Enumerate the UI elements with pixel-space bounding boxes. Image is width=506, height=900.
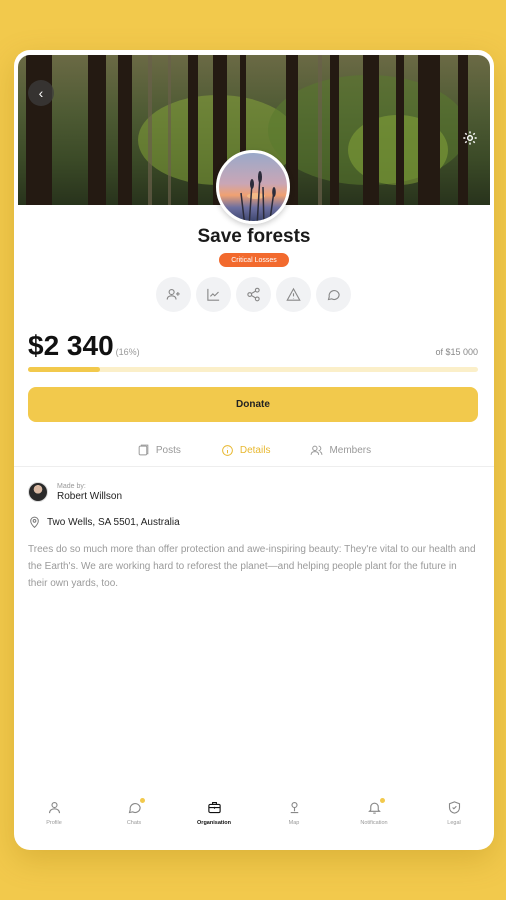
nav-organisation[interactable]: Organisation	[184, 800, 244, 840]
report-button[interactable]	[276, 277, 311, 312]
chevron-left-icon: ‹	[38, 85, 44, 101]
warning-icon	[286, 287, 301, 301]
campaign-card: ‹ Save forests Critical Losses $2 340 (1…	[14, 50, 494, 850]
raised-amount: $2 340 (16%)	[28, 330, 140, 362]
status-badge: Critical Losses	[219, 253, 289, 267]
comment-icon	[327, 289, 340, 301]
campaign-avatar	[216, 150, 290, 224]
campaign-title: Save forests	[197, 226, 311, 247]
shield-icon	[448, 801, 460, 814]
nav-profile[interactable]: Profile	[24, 800, 84, 840]
nav-organisation-label: Organisation	[197, 820, 231, 826]
nav-legal-label: Legal	[447, 820, 461, 826]
posts-icon	[138, 444, 149, 455]
nav-chats-label: Chats	[126, 820, 142, 826]
chat-icon	[128, 802, 141, 814]
progress-fill	[28, 367, 100, 372]
nav-legal[interactable]: Legal	[424, 800, 484, 840]
donate-button[interactable]: Donate	[28, 387, 478, 422]
notification-dot	[380, 798, 385, 803]
briefcase-icon	[207, 801, 221, 814]
comment-button[interactable]	[316, 277, 351, 312]
share-icon	[247, 287, 260, 302]
progress-bar	[28, 367, 478, 372]
tab-posts-label: Posts	[155, 444, 181, 456]
info-icon	[222, 444, 233, 456]
tab-members[interactable]: Members	[290, 440, 391, 460]
made-by-label: Made by:	[57, 482, 86, 490]
amount-value: $2 340	[28, 330, 114, 361]
bell-icon	[367, 802, 381, 814]
follow-button[interactable]	[156, 277, 191, 312]
chats-notification-dot	[140, 798, 145, 803]
author-row[interactable]: Made by: Robert Willson	[28, 482, 122, 502]
add-user-icon	[166, 288, 180, 300]
gear-icon	[463, 131, 477, 145]
bottom-nav: Profile Chats Organisation Map Notificat…	[14, 798, 494, 840]
profile-icon	[48, 801, 60, 814]
amount-percent: (16%)	[115, 347, 140, 357]
location-row: Two Wells, SA 5501, Australia	[28, 516, 180, 529]
nav-map[interactable]: Map	[264, 800, 324, 840]
tab-members-label: Members	[329, 444, 372, 456]
location-pin-icon	[30, 516, 39, 529]
map-pin-icon	[290, 801, 298, 814]
nav-notification-label: Notification	[360, 820, 388, 826]
avatar	[28, 482, 48, 502]
stats-button[interactable]	[196, 277, 231, 312]
tab-details[interactable]: Details	[201, 440, 291, 460]
description: Trees do so much more than offer protect…	[28, 544, 476, 589]
back-button[interactable]: ‹	[28, 80, 54, 106]
nav-profile-label: Profile	[46, 820, 62, 826]
tab-posts[interactable]: Posts	[117, 440, 201, 460]
share-button[interactable]	[236, 277, 271, 312]
settings-button[interactable]	[462, 130, 478, 146]
location-text: Two Wells, SA 5501, Australia	[47, 517, 180, 528]
goal-amount: of $15 000	[435, 347, 478, 357]
tab-details-label: Details	[239, 444, 271, 456]
nav-map-label: Map	[288, 820, 300, 826]
tab-bar: Posts Details Members	[14, 440, 494, 467]
nav-notification[interactable]: Notification	[344, 798, 404, 840]
action-row	[156, 277, 351, 312]
members-icon	[311, 445, 323, 455]
nav-chats[interactable]: Chats	[104, 798, 164, 840]
chart-icon	[207, 288, 220, 301]
author-name: Robert Willson	[57, 490, 123, 502]
grass-silhouette	[240, 171, 276, 221]
